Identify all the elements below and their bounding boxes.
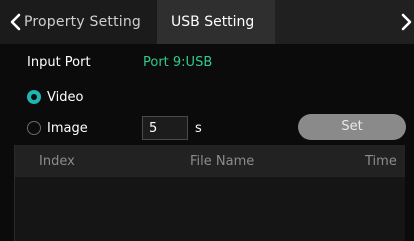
input-port-value: Port 9:USB: [143, 55, 213, 70]
set-button[interactable]: Set: [298, 114, 406, 140]
column-header-time[interactable]: Time: [365, 154, 397, 169]
chevron-left-icon[interactable]: [8, 13, 22, 31]
input-port-label: Input Port: [27, 55, 91, 70]
image-radio[interactable]: [27, 121, 41, 135]
tab-property-setting[interactable]: Property Setting: [0, 0, 160, 44]
tab-bar: Property Setting USB Setting: [0, 0, 414, 44]
tab-usb-setting-label: USB Setting: [171, 14, 255, 30]
tab-bar-filler: [275, 0, 414, 44]
tab-usb-setting[interactable]: USB Setting: [157, 0, 275, 44]
file-table: Index File Name Time: [14, 145, 405, 241]
image-option-label[interactable]: Image: [47, 121, 88, 136]
video-option-label[interactable]: Video: [47, 90, 83, 105]
image-interval-input[interactable]: [142, 116, 188, 140]
chevron-right-icon[interactable]: [400, 13, 414, 31]
video-radio[interactable]: [27, 90, 41, 104]
tab-property-setting-label: Property Setting: [24, 14, 142, 30]
column-header-file-name[interactable]: File Name: [190, 154, 254, 169]
usb-setting-panel: Property Setting USB Setting Input Port …: [0, 0, 414, 241]
column-header-index[interactable]: Index: [39, 154, 75, 169]
image-interval-unit: s: [195, 121, 202, 136]
file-table-header: Index File Name Time: [15, 145, 405, 177]
radio-selected-dot: [31, 94, 37, 100]
